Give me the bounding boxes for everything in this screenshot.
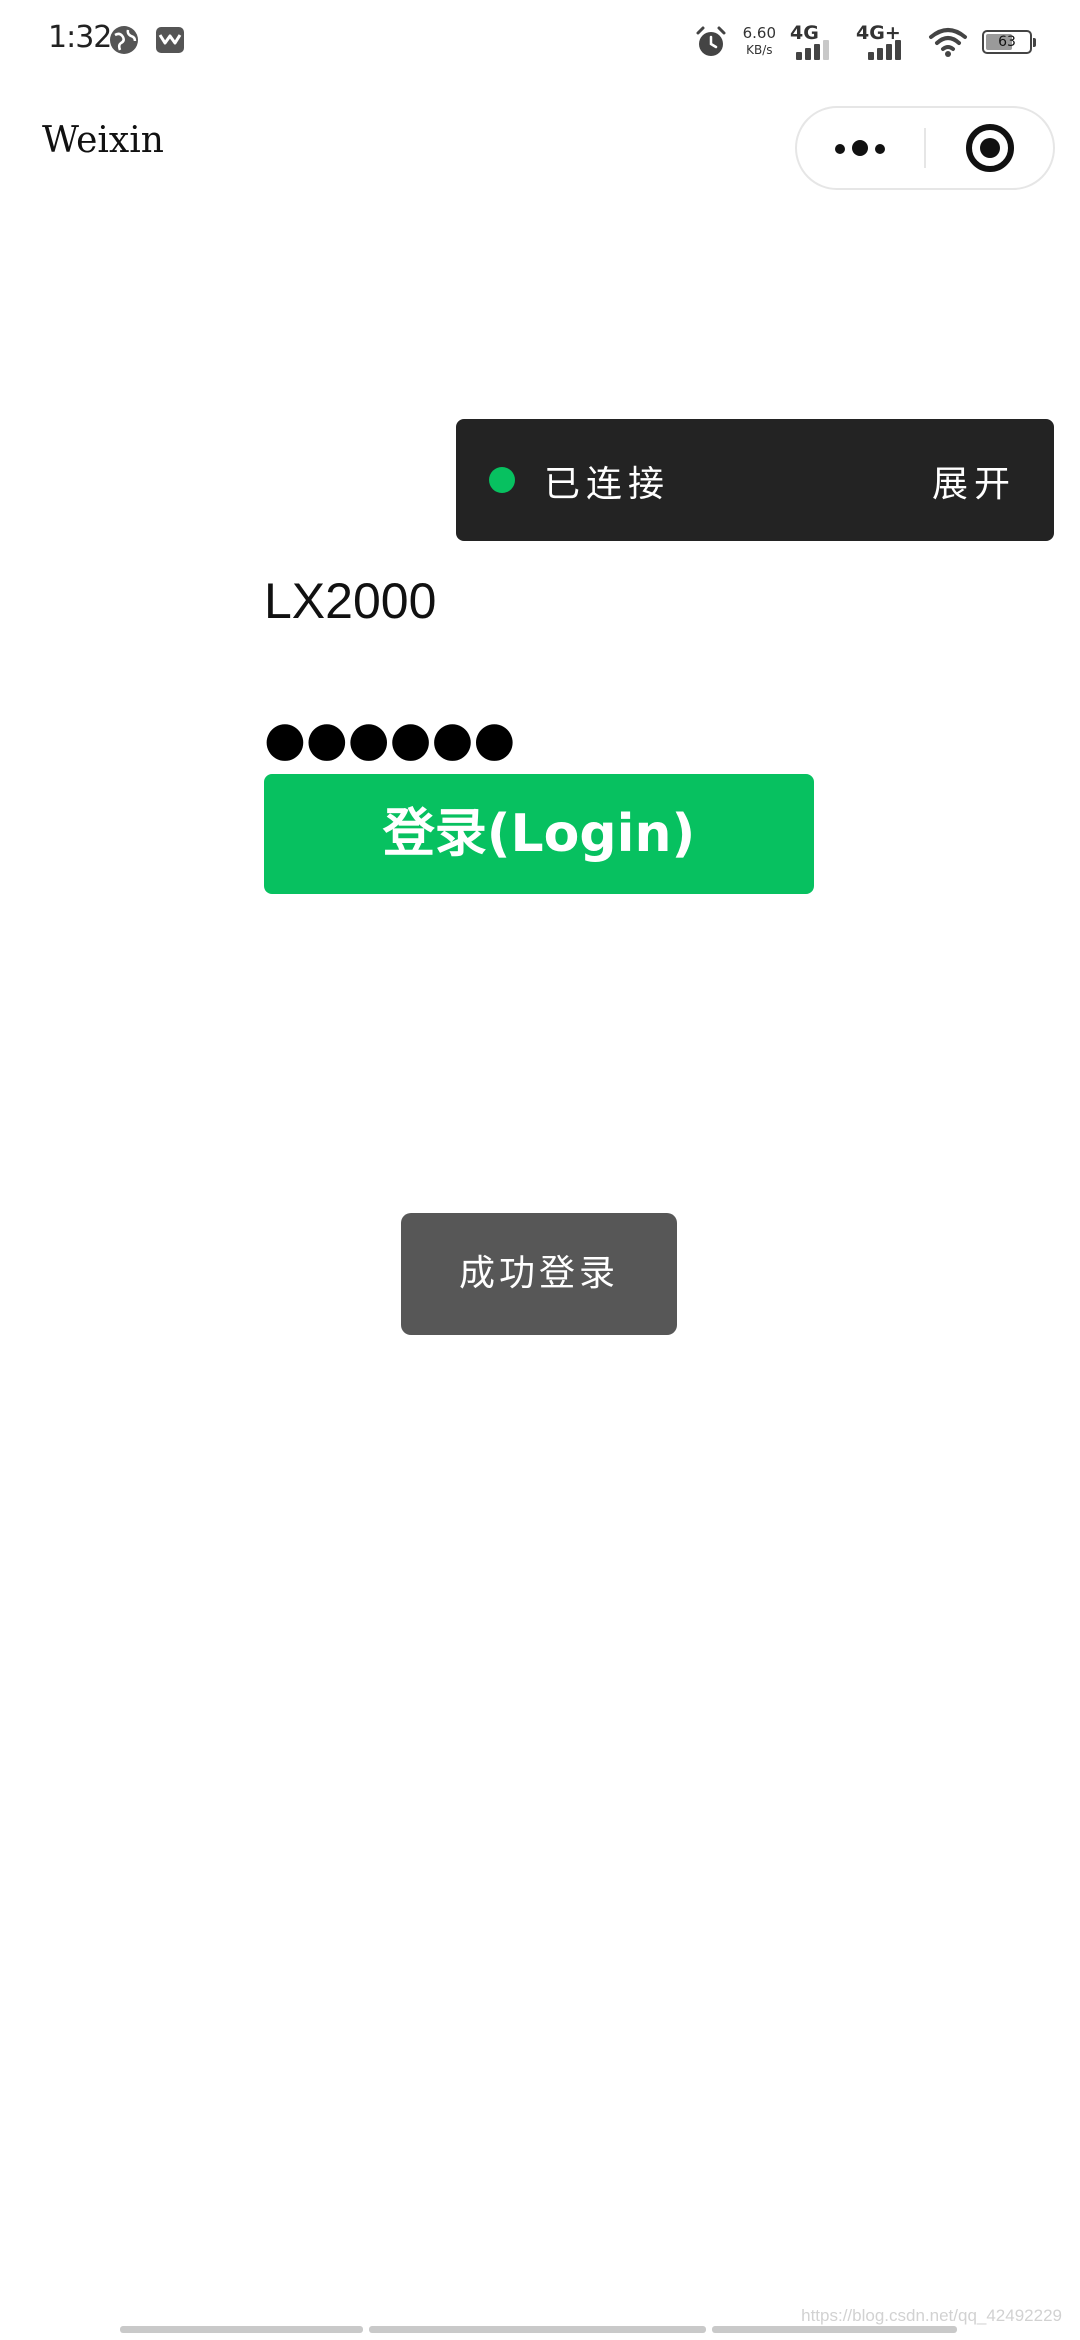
more-dots-icon[interactable] bbox=[797, 108, 925, 188]
connection-status: 已连接 bbox=[544, 464, 671, 505]
network-speed: 6.60 KB/s bbox=[743, 25, 776, 59]
signal-icon bbox=[796, 40, 829, 60]
username-field[interactable]: LX2000 bbox=[264, 572, 436, 630]
connection-status-dot bbox=[489, 467, 515, 493]
wifi-icon bbox=[929, 28, 967, 57]
mail-icon bbox=[156, 27, 184, 53]
capsule-divider bbox=[924, 128, 926, 168]
watermark: https://blog.csdn.net/qq_42492229 bbox=[801, 2306, 1062, 2325]
signal-icon bbox=[868, 40, 901, 60]
status-time: 1:32 bbox=[48, 20, 112, 55]
network-speed-value: 6.60 bbox=[742, 24, 776, 42]
battery-icon: 63 bbox=[982, 30, 1036, 54]
gesture-bar-segment bbox=[120, 2326, 363, 2333]
gesture-bar-segment bbox=[369, 2326, 706, 2333]
signal-sim-2: 4G+ bbox=[856, 22, 914, 62]
expand-button[interactable]: 展开 bbox=[932, 455, 1016, 507]
page-title: Weixin bbox=[42, 120, 164, 161]
network-speed-unit: KB/s bbox=[746, 43, 773, 57]
gesture-bar-segment bbox=[712, 2326, 957, 2333]
mini-program-capsule bbox=[795, 106, 1055, 190]
password-field[interactable]: ●●●●●● bbox=[264, 714, 515, 764]
alarm-icon bbox=[696, 26, 726, 56]
status-bar: 1:32 6.60 KB/s 4G 4G+ 63 bbox=[0, 0, 1080, 84]
battery-percent: 63 bbox=[998, 34, 1016, 50]
connection-banner: 已连接 展开 bbox=[456, 419, 1054, 541]
login-button[interactable]: 登录(Login) bbox=[264, 774, 814, 894]
mini-program-close-icon[interactable] bbox=[927, 108, 1055, 188]
success-toast: 成功登录 bbox=[401, 1213, 677, 1335]
globe-icon bbox=[110, 26, 138, 54]
signal-sim-1: 4G bbox=[790, 22, 842, 62]
